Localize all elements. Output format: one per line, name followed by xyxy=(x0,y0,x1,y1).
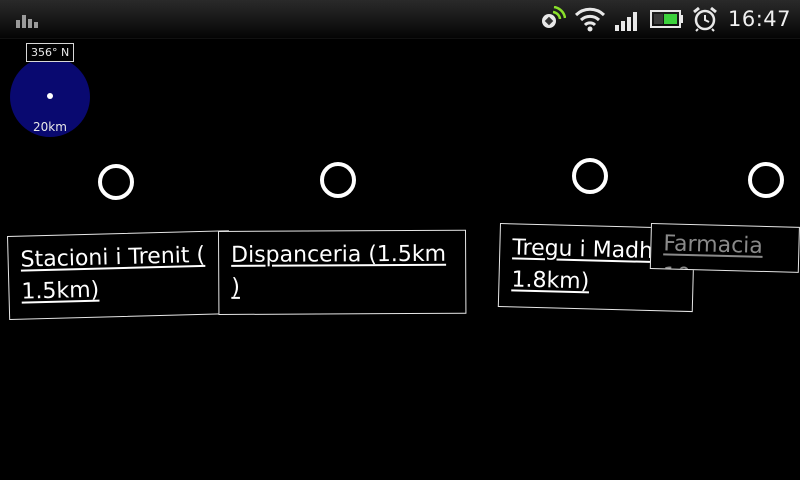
poi-label[interactable]: Stacioni i Trenit ( 1.5km) xyxy=(7,230,232,320)
poi-label-text: Tregu i Madh ( 1.8km) xyxy=(511,235,669,295)
radar-range-label: 20km xyxy=(33,120,67,134)
poi-marker-icon[interactable] xyxy=(320,162,356,198)
status-bar: 16:47 xyxy=(0,0,800,39)
status-time: 16:47 xyxy=(727,7,791,31)
poi-label-text: Dispanceria (1.5km ) xyxy=(231,241,447,300)
cell-signal-icon xyxy=(615,12,637,31)
satellite-gps-icon xyxy=(542,6,566,28)
poi-label-text: Farmacia 10 xyxy=(662,231,764,273)
signal-strength-notification-icon xyxy=(16,15,38,28)
poi-label-text: Stacioni i Trenit ( 1.5km) xyxy=(20,242,206,305)
alarm-clock-icon xyxy=(693,6,717,32)
compass-heading: 356° N xyxy=(26,43,75,62)
battery-icon xyxy=(650,10,683,28)
ar-browser-screen: 16:47 20km 356° N Stacioni i Trenit ( 1.… xyxy=(0,0,800,480)
poi-marker-icon[interactable] xyxy=(572,158,608,194)
poi-marker-icon[interactable] xyxy=(748,162,784,198)
radar-view[interactable]: 20km xyxy=(10,57,90,137)
radar-poi-dot xyxy=(47,93,53,99)
poi-label[interactable]: Dispanceria (1.5km ) xyxy=(218,229,467,315)
poi-marker-icon[interactable] xyxy=(98,164,134,200)
wifi-icon xyxy=(574,7,606,32)
poi-label[interactable]: Farmacia 10 xyxy=(649,223,800,273)
